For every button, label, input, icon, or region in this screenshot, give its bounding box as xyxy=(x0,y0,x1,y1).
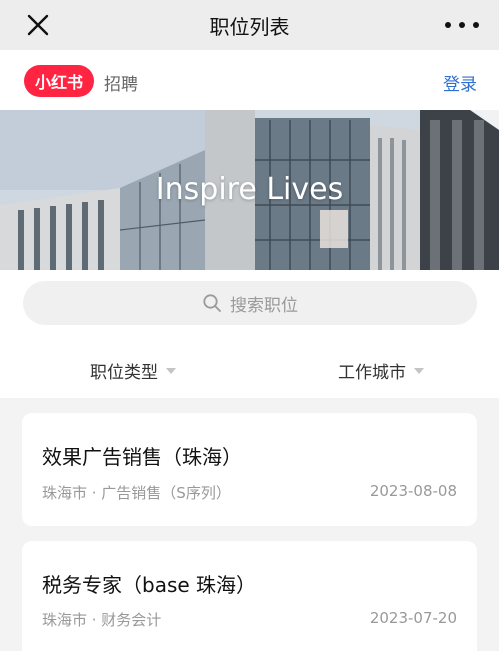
caret-down-icon xyxy=(414,367,424,374)
hero-banner: Inspire Lives xyxy=(0,110,499,270)
filter-job-type[interactable]: 职位类型 xyxy=(90,358,176,383)
filter-city[interactable]: 工作城市 xyxy=(338,358,424,383)
caret-down-icon xyxy=(166,367,176,374)
more-dot xyxy=(459,22,465,28)
more-dot xyxy=(445,22,451,28)
close-icon[interactable] xyxy=(24,11,52,39)
search-placeholder: 搜索职位 xyxy=(230,295,298,316)
job-date: 2023-08-08 xyxy=(369,482,457,500)
job-title: 效果广告销售（珠海） xyxy=(42,445,242,469)
job-meta: 珠海市 · 广告销售（S序列） xyxy=(42,484,231,502)
banner-slogan: Inspire Lives xyxy=(155,172,344,207)
titlebar: 职位列表 xyxy=(0,0,499,50)
search-section: 搜索职位 xyxy=(0,270,499,340)
search-input[interactable]: 搜索职位 xyxy=(23,281,477,325)
brand-logo[interactable]: 小红书 xyxy=(24,65,94,97)
job-card[interactable]: 效果广告销售（珠海） 珠海市 · 广告销售（S序列） 2023-08-08 xyxy=(22,413,477,526)
job-date: 2023-07-20 xyxy=(369,609,457,627)
filter-bar: 职位类型 工作城市 xyxy=(0,340,499,398)
filter-label: 职位类型 xyxy=(90,363,158,383)
brand-bar: 小红书 招聘 登录 xyxy=(0,50,499,110)
job-card[interactable]: 税务专家（base 珠海） 珠海市 · 财务会计 2023-07-20 xyxy=(22,541,477,651)
brand-subtitle: 招聘 xyxy=(104,75,138,95)
job-title: 税务专家（base 珠海） xyxy=(42,573,257,597)
filter-label: 工作城市 xyxy=(338,363,406,383)
search-icon xyxy=(203,294,221,312)
page-title: 职位列表 xyxy=(209,14,290,39)
more-icon[interactable] xyxy=(445,16,479,34)
more-dot xyxy=(473,22,479,28)
job-meta: 珠海市 · 财务会计 xyxy=(42,611,162,629)
login-link[interactable]: 登录 xyxy=(443,70,477,95)
